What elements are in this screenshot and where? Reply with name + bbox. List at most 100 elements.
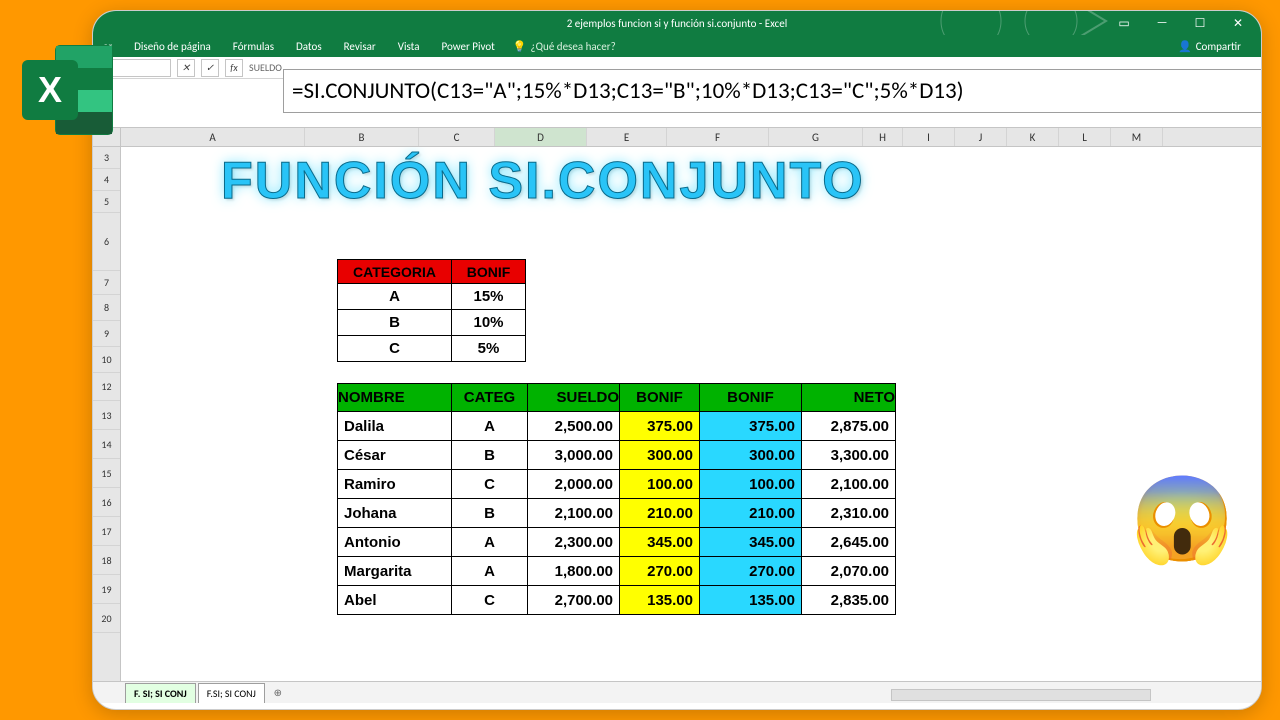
col-header-k[interactable]: K (1007, 128, 1059, 146)
main-header-bonif1: BONIF (620, 384, 700, 412)
row-header[interactable]: 8 (93, 295, 120, 321)
share-label: Compartir (1196, 40, 1241, 53)
formula-bar-content[interactable]: =SI.CONJUNTO(C13="A";15%*D13;C13="B";10%… (283, 69, 1262, 113)
row-header[interactable]: 19 (93, 575, 120, 604)
cell-bonif2[interactable]: 300.00 (700, 441, 802, 470)
row-header[interactable]: 16 (93, 488, 120, 517)
col-header-i[interactable]: I (903, 128, 955, 146)
cell-bonif2[interactable]: 270.00 (700, 557, 802, 586)
row-header[interactable]: 17 (93, 517, 120, 546)
add-sheet-button[interactable]: ⊕ (269, 686, 287, 699)
cells-area[interactable]: FUNCIÓN SI.CONJUNTO CATEGORIA BONIF A15%… (121, 147, 1261, 701)
row-header[interactable]: 3 (93, 147, 120, 169)
share-button[interactable]: 👤 Compartir (1178, 40, 1241, 53)
maximize-button[interactable]: ☐ (1183, 14, 1217, 32)
ribbon-tab-formulas[interactable]: Fórmulas (229, 38, 278, 55)
cell-categ[interactable]: C (452, 470, 528, 499)
cell-nombre[interactable]: César (338, 441, 452, 470)
col-header-e[interactable]: E (587, 128, 667, 146)
col-header-g[interactable]: G (769, 128, 863, 146)
ribbon-display-button[interactable]: ▭ (1107, 14, 1141, 32)
cell-nombre[interactable]: Ramiro (338, 470, 452, 499)
cell-categ[interactable]: B (452, 499, 528, 528)
col-header-m[interactable]: M (1111, 128, 1163, 146)
ribbon-tab-diseno[interactable]: Diseño de página (130, 38, 215, 55)
fx-button[interactable]: fx (225, 59, 243, 77)
cell-bonif1[interactable]: 100.00 (620, 470, 700, 499)
sheet-tab-active[interactable]: F. SI; SI CONJ (125, 683, 196, 703)
cell-neto[interactable]: 2,645.00 (802, 528, 896, 557)
row-header[interactable]: 15 (93, 459, 120, 488)
col-header-l[interactable]: L (1059, 128, 1111, 146)
cell-categ[interactable]: A (452, 557, 528, 586)
cell-sueldo[interactable]: 3,000.00 (528, 441, 620, 470)
col-header-h[interactable]: H (863, 128, 903, 146)
cell-bonif1[interactable]: 135.00 (620, 586, 700, 615)
cell-sueldo[interactable]: 1,800.00 (528, 557, 620, 586)
minimize-button[interactable]: — (1145, 14, 1179, 32)
row-header[interactable]: 9 (93, 321, 120, 347)
cell-bonif2[interactable]: 135.00 (700, 586, 802, 615)
title-bar: 2 ejemplos funcion si y función si.conju… (93, 11, 1261, 35)
col-header-c[interactable]: C (419, 128, 495, 146)
cell-neto[interactable]: 2,835.00 (802, 586, 896, 615)
cell-bonif1[interactable]: 210.00 (620, 499, 700, 528)
enter-formula-button[interactable]: ✓ (201, 59, 219, 77)
row-header[interactable]: 5 (93, 191, 120, 213)
cell-bonif1[interactable]: 345.00 (620, 528, 700, 557)
col-header-d[interactable]: D (495, 128, 587, 146)
cell-bonif1[interactable]: 270.00 (620, 557, 700, 586)
cell-neto[interactable]: 2,875.00 (802, 412, 896, 441)
cell-bonif2[interactable]: 375.00 (700, 412, 802, 441)
ribbon-tab-powerpivot[interactable]: Power Pivot (438, 38, 499, 55)
cell-categ[interactable]: A (452, 528, 528, 557)
svg-text:X: X (38, 69, 62, 110)
cell-sueldo[interactable]: 2,100.00 (528, 499, 620, 528)
col-header-j[interactable]: J (955, 128, 1007, 146)
cell-bonif1[interactable]: 300.00 (620, 441, 700, 470)
cell-nombre[interactable]: Johana (338, 499, 452, 528)
row-header[interactable]: 20 (93, 604, 120, 633)
cell-bonif2[interactable]: 345.00 (700, 528, 802, 557)
category-table-header: BONIF (452, 260, 526, 284)
cell-categ[interactable]: A (452, 412, 528, 441)
cell-nombre[interactable]: Margarita (338, 557, 452, 586)
cell-categ[interactable]: B (452, 441, 528, 470)
row-header[interactable]: 14 (93, 430, 120, 459)
cell-nombre[interactable]: Antonio (338, 528, 452, 557)
cell-neto[interactable]: 2,100.00 (802, 470, 896, 499)
close-button[interactable]: ✕ (1221, 14, 1255, 32)
sheet-tab[interactable]: F.SI; SI CONJ (198, 683, 265, 703)
ribbon-tab-vista[interactable]: Vista (394, 38, 424, 55)
cell-sueldo[interactable]: 2,300.00 (528, 528, 620, 557)
cell-bonif1[interactable]: 375.00 (620, 412, 700, 441)
row-header[interactable]: 18 (93, 546, 120, 575)
row-header[interactable]: 10 (93, 347, 120, 373)
table-row: DalilaA2,500.00375.00375.002,875.00 (338, 412, 896, 441)
cell-bonif2[interactable]: 210.00 (700, 499, 802, 528)
cell-sueldo[interactable]: 2,000.00 (528, 470, 620, 499)
col-header-f[interactable]: F (667, 128, 769, 146)
cell-neto[interactable]: 3,300.00 (802, 441, 896, 470)
row-header[interactable]: 6 (93, 213, 120, 271)
ribbon-tab-revisar[interactable]: Revisar (340, 38, 380, 55)
cell-neto[interactable]: 2,310.00 (802, 499, 896, 528)
cell-sueldo[interactable]: 2,500.00 (528, 412, 620, 441)
cell-bonif2[interactable]: 100.00 (700, 470, 802, 499)
cell-nombre[interactable]: Abel (338, 586, 452, 615)
row-header[interactable]: 7 (93, 271, 120, 295)
horizontal-scrollbar[interactable] (891, 689, 1151, 701)
row-header[interactable]: 12 (93, 373, 120, 401)
main-header-bonif2: BONIF (700, 384, 802, 412)
row-header[interactable]: 4 (93, 169, 120, 191)
cell-neto[interactable]: 2,070.00 (802, 557, 896, 586)
cell-nombre[interactable]: Dalila (338, 412, 452, 441)
col-header-a[interactable]: A (121, 128, 305, 146)
cell-categ[interactable]: C (452, 586, 528, 615)
tell-me-search[interactable]: 💡 ¿Qué desea hacer? (513, 40, 616, 53)
col-header-b[interactable]: B (305, 128, 419, 146)
cell-sueldo[interactable]: 2,700.00 (528, 586, 620, 615)
cancel-formula-button[interactable]: ✕ (177, 59, 195, 77)
row-header[interactable]: 13 (93, 401, 120, 430)
ribbon-tab-datos[interactable]: Datos (292, 38, 326, 55)
